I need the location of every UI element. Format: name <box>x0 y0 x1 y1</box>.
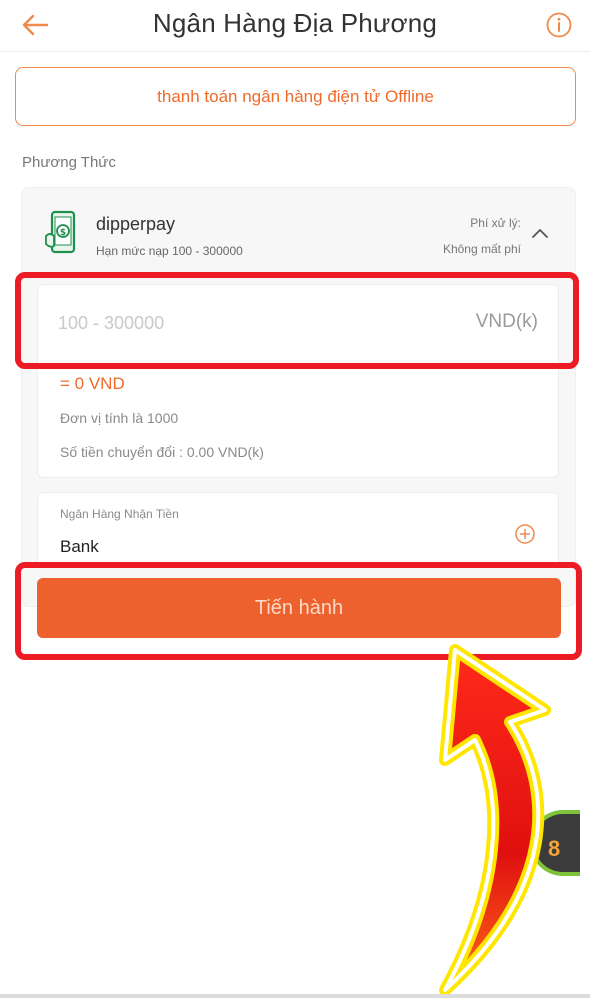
unit-note: Đơn vị tính là 1000 <box>60 410 179 426</box>
mobile-payment-icon: $ <box>45 210 76 254</box>
plus-circle-icon[interactable] <box>514 523 536 545</box>
converted-amount: = 0 VND <box>60 374 125 393</box>
conversion-note: Số tiền chuyển đổi : 0.00 VND(k) <box>60 444 264 460</box>
method-name: dipperpay <box>96 214 176 234</box>
fee-value: Không mất phí <box>442 242 521 256</box>
section-label-method: Phương Thức <box>22 154 116 171</box>
svg-text:$: $ <box>60 228 66 238</box>
amount-input[interactable] <box>58 303 458 343</box>
currency-label: VND(k) <box>475 311 538 332</box>
method-limit: Hạn mức nạp 100 - 300000 <box>96 244 243 258</box>
fee-label: Phí xử lý: <box>470 216 521 230</box>
info-button[interactable] <box>542 8 576 42</box>
header-bar: Ngân Hàng Địa Phương <box>0 0 590 52</box>
float-badge-text: 8 <box>548 836 561 861</box>
amount-block: VND(k) = 0 VND Đơn vị tính là 1000 Số ti… <box>37 284 559 478</box>
info-icon <box>546 12 572 38</box>
offline-banking-button[interactable]: thanh toán ngân hàng điện tử Offline <box>15 67 576 126</box>
receiving-bank-select[interactable]: Ngân Hàng Nhận Tiền Bank <box>37 492 559 568</box>
floating-chat-badge[interactable]: 8 <box>530 810 580 876</box>
proceed-button[interactable]: Tiến hành <box>37 578 561 638</box>
chevron-up-icon[interactable] <box>531 226 549 240</box>
bottom-divider <box>0 994 590 998</box>
bank-label: Ngân Hàng Nhận Tiền <box>60 507 179 521</box>
page-title: Ngân Hàng Địa Phương <box>152 8 438 38</box>
bank-value: Bank <box>60 537 99 556</box>
